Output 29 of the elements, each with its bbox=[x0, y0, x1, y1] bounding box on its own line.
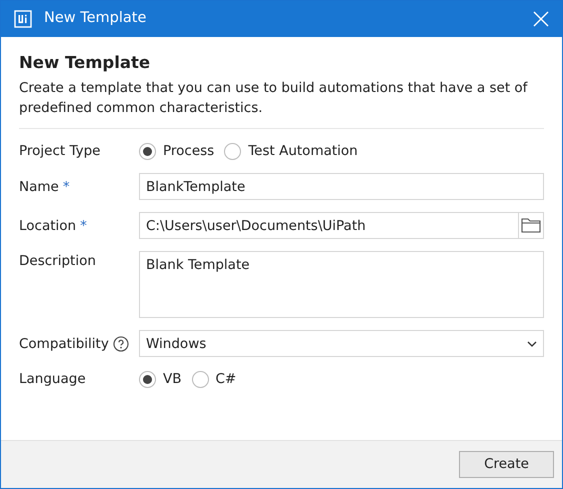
field-label: Language bbox=[19, 370, 86, 390]
dropdown[interactable]: Windows bbox=[139, 330, 544, 358]
field-label: Project Type bbox=[19, 142, 100, 162]
app-logo-icon bbox=[14, 10, 32, 28]
radio-button[interactable] bbox=[139, 142, 156, 160]
required-mark: * bbox=[80, 216, 87, 236]
field-label: Compatibility bbox=[19, 334, 109, 354]
radio-label[interactable]: Process bbox=[163, 141, 214, 162]
chevron-icon bbox=[527, 340, 537, 347]
radio-button[interactable] bbox=[224, 142, 242, 160]
radio-button[interactable] bbox=[139, 370, 156, 388]
radio-label[interactable]: Test Automation bbox=[248, 141, 358, 162]
browse-button[interactable] bbox=[518, 212, 544, 240]
field-label: Description bbox=[19, 252, 96, 272]
field-label: Location bbox=[19, 216, 76, 236]
close-button[interactable] bbox=[532, 10, 550, 28]
input-field[interactable]: Blank Template bbox=[139, 251, 544, 318]
radio-label[interactable]: C# bbox=[216, 369, 236, 390]
window-title: New Template bbox=[44, 9, 146, 28]
radio-label[interactable]: VB bbox=[163, 369, 182, 390]
required-mark: * bbox=[62, 178, 70, 197]
input-field[interactable]: C:\Users\user\Documents\UiPath bbox=[139, 212, 518, 240]
field-label: Name bbox=[19, 178, 59, 197]
radio-button[interactable] bbox=[192, 370, 208, 388]
dialog-description: Create a template that you can use to build automations that have a set of predefined common characteristics. bbox=[19, 78, 544, 130]
help-icon[interactable] bbox=[112, 336, 129, 352]
dialog-heading: New Template bbox=[19, 52, 152, 74]
input-field[interactable]: BlankTemplate bbox=[139, 173, 544, 200]
create-button[interactable]: Create bbox=[459, 451, 554, 478]
